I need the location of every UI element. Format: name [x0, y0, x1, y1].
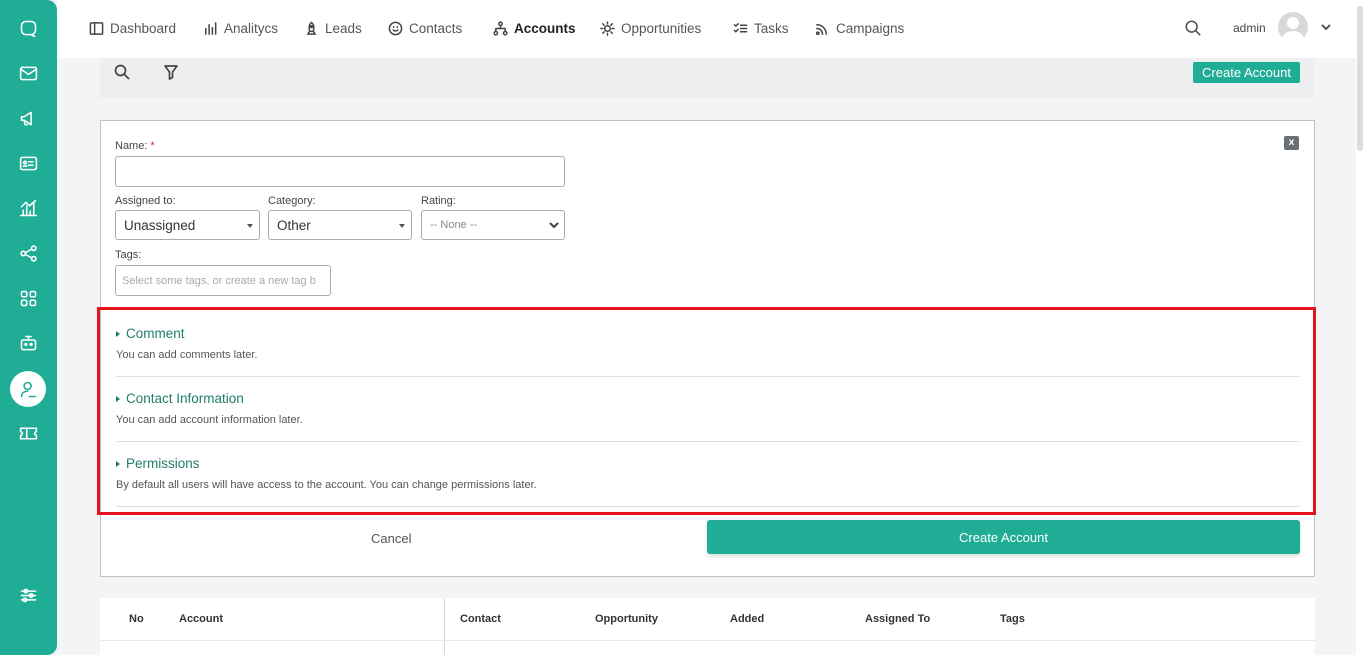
dashboard-icon: [89, 21, 104, 35]
list-toolbar: Create Account: [100, 58, 1315, 98]
column-header-assigned-to[interactable]: Assigned To: [865, 613, 930, 625]
filter-icon[interactable]: [163, 64, 181, 82]
nav-label: Dashboard: [110, 20, 177, 36]
nav-label: Opportunities: [621, 20, 702, 36]
assigned-to-label: Assigned to:: [115, 195, 176, 207]
column-header-account[interactable]: Account: [179, 613, 223, 625]
expand-arrow-icon: [116, 460, 120, 467]
name-input[interactable]: [115, 156, 565, 187]
nav-label: Contacts: [409, 20, 463, 36]
chevron-down-icon: [549, 220, 559, 230]
column-header-contact[interactable]: Contact: [460, 613, 501, 625]
section-title: Permissions: [126, 456, 200, 471]
create-account-form: x Name: * Assigned to: Unassigned Catego…: [97, 120, 1316, 577]
submit-create-account-button[interactable]: Create Account: [707, 520, 1300, 554]
nav-contacts[interactable]: Contacts: [388, 19, 462, 37]
robot-icon[interactable]: [10, 325, 46, 361]
column-separator: [444, 598, 445, 655]
megaphone-icon[interactable]: [10, 100, 46, 136]
accounts-table-header: No Account Contact Opportunity Added Ass…: [100, 598, 1315, 655]
user-name: admin: [1233, 21, 1266, 35]
section-description: You can add comments later.: [116, 349, 258, 361]
comment-toggle[interactable]: Comment: [116, 326, 1299, 341]
permissions-toggle[interactable]: Permissions: [116, 456, 1299, 471]
caret-down-icon: [247, 224, 253, 228]
section-description: By default all users will have access to…: [116, 479, 537, 491]
caret-down-icon: [399, 224, 405, 228]
close-form-button[interactable]: x: [1284, 136, 1299, 150]
sliders-icon[interactable]: [10, 577, 46, 613]
chevron-down-icon[interactable]: [1320, 21, 1332, 33]
share-icon[interactable]: [10, 235, 46, 271]
category-value: Other: [277, 218, 311, 233]
cancel-button[interactable]: Cancel: [371, 531, 411, 546]
tags-input[interactable]: Select some tags, or create a new tag b: [115, 265, 331, 296]
avatar[interactable]: [1278, 12, 1308, 42]
divider: [116, 441, 1299, 442]
name-label: Name: *: [115, 140, 155, 152]
rating-select[interactable]: -- None --: [421, 210, 565, 240]
rating-value: -- None --: [430, 219, 478, 231]
nav-label: Tasks: [754, 20, 789, 36]
category-label: Category:: [268, 195, 316, 207]
id-card-icon[interactable]: [10, 145, 46, 181]
scrollbar-thumb[interactable]: [1357, 6, 1363, 151]
divider: [116, 506, 1299, 507]
column-header-no[interactable]: No: [129, 613, 144, 625]
row-divider: [100, 640, 1315, 641]
top-navigation: Dashboard Analitycs Leads Contacts Accou…: [57, 0, 1356, 58]
nav-label: Accounts: [514, 20, 576, 36]
mail-icon[interactable]: [10, 55, 46, 91]
name-label-text: Name:: [115, 140, 148, 152]
search-icon[interactable]: [1184, 19, 1202, 37]
section-description: You can add account information later.: [116, 414, 303, 426]
search-icon[interactable]: [114, 64, 132, 82]
section-title: Comment: [126, 326, 185, 341]
create-account-button[interactable]: Create Account: [1193, 62, 1300, 83]
sun-icon: [600, 20, 615, 36]
nav-analytics[interactable]: Analitycs: [203, 19, 278, 37]
ticket-icon[interactable]: [10, 415, 46, 451]
nav-campaigns[interactable]: Campaigns: [815, 19, 904, 37]
assigned-to-select[interactable]: Unassigned: [115, 210, 260, 240]
column-header-added[interactable]: Added: [730, 613, 764, 625]
expand-arrow-icon: [116, 395, 120, 402]
permissions-section[interactable]: Permissions By default all users will ha…: [116, 456, 1299, 491]
org-chart-icon: [493, 20, 508, 36]
expand-arrow-icon: [116, 330, 120, 337]
nav-dashboard[interactable]: Dashboard: [89, 19, 176, 37]
required-marker: *: [150, 140, 155, 152]
nav-label: Leads: [325, 20, 362, 36]
nav-leads[interactable]: Leads: [304, 19, 362, 37]
apps-icon[interactable]: [10, 280, 46, 316]
rocket-icon: [307, 21, 316, 35]
smiley-icon: [388, 21, 403, 35]
divider: [116, 376, 1299, 377]
nav-label: Campaigns: [836, 20, 905, 36]
comment-section[interactable]: Comment You can add comments later.: [116, 326, 1299, 361]
nav-opportunities[interactable]: Opportunities: [600, 19, 701, 37]
sidebar: [0, 0, 57, 655]
broadcast-icon: [815, 23, 827, 35]
chart-icon[interactable]: [10, 190, 46, 226]
nav-tasks[interactable]: Tasks: [733, 19, 789, 37]
category-select[interactable]: Other: [268, 210, 412, 240]
column-header-tags[interactable]: Tags: [1000, 613, 1025, 625]
rating-label: Rating:: [421, 195, 456, 207]
scrollbar[interactable]: [1356, 0, 1365, 655]
contact-information-section[interactable]: Contact Information You can add account …: [116, 391, 1299, 426]
column-header-opportunity[interactable]: Opportunity: [595, 613, 658, 625]
tags-label: Tags:: [115, 249, 142, 261]
section-title: Contact Information: [126, 391, 244, 406]
assigned-to-value: Unassigned: [124, 218, 196, 233]
nav-label: Analitycs: [224, 20, 279, 36]
chat-icon[interactable]: [10, 10, 46, 46]
nav-accounts[interactable]: Accounts: [493, 19, 576, 37]
analytics-icon: [205, 21, 217, 35]
contact-information-toggle[interactable]: Contact Information: [116, 391, 1299, 406]
user-icon[interactable]: [10, 371, 46, 407]
checklist-icon: [733, 22, 748, 33]
